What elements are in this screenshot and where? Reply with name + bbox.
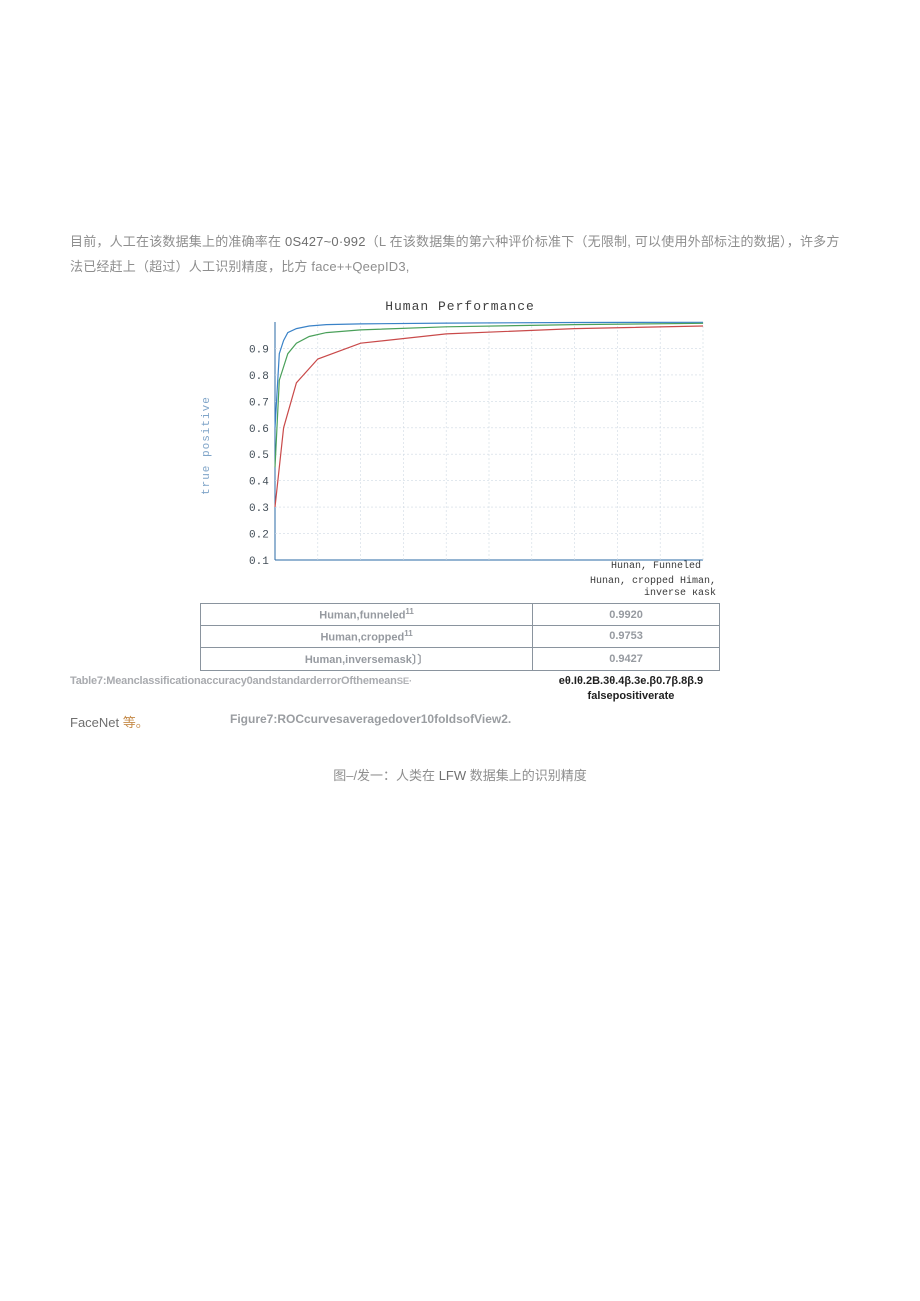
deng-text: 等。 [123, 715, 149, 730]
ytick-1: 0.2 [249, 530, 269, 542]
table-row: Human,cropped11 0.9753 [201, 626, 720, 648]
table-cell-label: Human,inversemask〕〕 [201, 647, 533, 670]
legend-below: Hunan, cropped Himan, inverse кask [200, 576, 720, 599]
accuracy-table: Human,funneled11 0.9920 Human,cropped11 … [200, 603, 720, 670]
para-text-a: 目前，人工在该数据集上的准确率在 [70, 234, 285, 249]
caption-center: eθ.Iθ.2B.3θ.4β.3e.β0.7β.8β.9 falsepositi… [412, 675, 850, 703]
fig-cn-c: 数据集上的识别精度 [466, 768, 587, 783]
table-cell-value: 0.9753 [533, 626, 720, 648]
table-caption: Table7:Meanclassificationaccuracy0andsta… [70, 675, 412, 687]
chart-row: Human Performance true positive [70, 299, 850, 670]
ytick-3: 0.4 [249, 477, 269, 489]
caption-row: Table7:Meanclassificationaccuracy0andsta… [70, 675, 850, 703]
follow-left: FaceNet 等。 [70, 712, 220, 731]
page-content: 目前，人工在该数据集上的准确率在 0S427~0·992（L 在该数据集的第六种… [70, 230, 850, 784]
legend-line-1: Hunan, Funneled [611, 560, 701, 572]
follow-row: FaceNet 等。 Figure7:ROCcurvesaveragedover… [70, 712, 850, 731]
table-row: Human,inversemask〕〕 0.9427 [201, 647, 720, 670]
xaxis-extra: eθ.Iθ.2B.3θ.4β.3e.β0.7β.8β.9 [412, 675, 850, 689]
legend: Hunan, Funneled [611, 560, 701, 572]
ytick-4: 0.5 [249, 451, 269, 463]
table-cell-value: 0.9920 [533, 604, 720, 626]
table-cell-label: Human,cropped11 [201, 626, 533, 648]
para-numeric-range: 0S427~0·992 [285, 234, 366, 249]
row-0-label: Human,funneled [319, 610, 405, 622]
x-grid [318, 322, 703, 560]
ytick-6: 0.7 [249, 398, 269, 410]
legend-line-2: Hunan, cropped Himan, [200, 576, 716, 588]
intro-paragraph: 目前，人工在该数据集上的准确率在 0S427~0·992（L 在该数据集的第六种… [70, 230, 850, 279]
figure-caption-cn: 图–/发一：人类在 LFW 数据集上的识别精度 [70, 765, 850, 784]
facenet-text: FaceNet [70, 715, 123, 730]
y-tick-labels: 0.1 0.2 0.3 0.4 0.5 0.6 0.7 0.8 0.9 [249, 345, 269, 569]
table-cell-label: Human,funneled11 [201, 604, 533, 626]
ytick-8: 0.9 [249, 345, 269, 357]
table-cell-value: 0.9427 [533, 647, 720, 670]
plot-frame: true positive [200, 316, 720, 576]
fig-cn-b: LFW [439, 768, 466, 783]
svg-holder: 0.1 0.2 0.3 0.4 0.5 0.6 0.7 0.8 0.9 [214, 316, 720, 576]
table-caption-a: Table7:Meanclassificationaccuracy0andsta… [70, 675, 397, 687]
legend-line-3: inverse кask [200, 588, 716, 600]
ytick-0: 0.1 [249, 556, 269, 568]
chart-title: Human Performance [200, 299, 720, 314]
chart-area: Human Performance true positive [200, 299, 720, 670]
row-1-sup: 11 [404, 629, 412, 638]
xaxis-label: falsepositiverate [412, 690, 850, 702]
fig-cn-a: 图–/发一：人类在 [333, 768, 438, 783]
row-2-label: Human,inversemask〕〕 [305, 654, 429, 666]
row-1-label: Human,cropped [320, 632, 404, 644]
ytick-7: 0.8 [249, 371, 269, 383]
y-axis-label: true positive [200, 316, 214, 576]
row-0-sup: 11 [405, 607, 413, 616]
figure-caption-en: Figure7:ROCcurvesaveragedover10foIdsofVi… [220, 712, 850, 726]
roc-plot: 0.1 0.2 0.3 0.4 0.5 0.6 0.7 0.8 0.9 [214, 316, 720, 576]
y-grid [275, 349, 703, 534]
table-row: Human,funneled11 0.9920 [201, 604, 720, 626]
ytick-2: 0.3 [249, 503, 269, 515]
table-caption-b: SE· [397, 676, 412, 687]
ytick-5: 0.6 [249, 424, 269, 436]
